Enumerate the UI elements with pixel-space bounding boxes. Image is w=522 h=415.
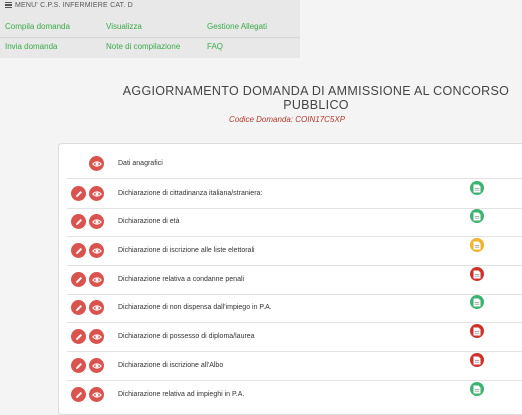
edit-button[interactable] bbox=[71, 387, 86, 402]
eye-icon bbox=[91, 362, 102, 369]
eye-icon bbox=[91, 247, 102, 254]
edit-button[interactable] bbox=[71, 272, 86, 287]
page-title: AGGIORNAMENTO DOMANDA DI AMMISSIONE AL C… bbox=[122, 84, 510, 112]
declaration-row: Dichiarazione di non dispensa dall'impie… bbox=[67, 294, 522, 323]
menu-title-text: MENU' C.P.S. INFERMIERE CAT. D bbox=[15, 2, 133, 9]
menu-title: MENU' C.P.S. INFERMIERE CAT. D bbox=[5, 0, 133, 12]
declaration-label: Dati anagrafici bbox=[118, 160, 163, 167]
declaration-row: Dichiarazione relativa a condanne penali bbox=[67, 266, 522, 295]
declaration-label: Dichiarazione relativa a condanne penali bbox=[118, 276, 245, 283]
view-button[interactable] bbox=[89, 329, 104, 344]
eye-icon bbox=[91, 218, 102, 225]
status-yellow-document-icon[interactable] bbox=[470, 238, 484, 252]
pencil-icon bbox=[75, 333, 82, 340]
declaration-row: Dichiarazione relativa ad impieghi in P.… bbox=[67, 381, 522, 409]
declaration-label: Dichiarazione di iscrizione all'Albo bbox=[118, 362, 224, 369]
document-icon bbox=[473, 270, 481, 278]
menu-note-compilazione[interactable]: Note di compilazione bbox=[106, 42, 180, 51]
edit-button[interactable] bbox=[71, 300, 86, 315]
declarations-panel: Dati anagrafici Dichiarazione di cittadin… bbox=[58, 143, 522, 415]
status-green-document-icon[interactable] bbox=[470, 295, 484, 309]
status-red-document-icon[interactable] bbox=[470, 324, 484, 338]
document-icon bbox=[473, 212, 481, 220]
status-green-document-icon[interactable] bbox=[470, 181, 484, 195]
eye-icon bbox=[91, 391, 102, 398]
status-red-document-icon[interactable] bbox=[470, 267, 484, 281]
application-code: Codice Domanda: COIN17C5XP bbox=[229, 115, 346, 124]
hamburger-icon[interactable] bbox=[5, 1, 12, 10]
pencil-icon bbox=[75, 276, 82, 283]
edit-button[interactable] bbox=[71, 243, 86, 258]
document-icon bbox=[473, 385, 481, 393]
menu-visualizza[interactable]: Visualizza bbox=[106, 22, 142, 31]
document-icon bbox=[473, 298, 481, 306]
declaration-row: Dichiarazione di iscrizione alle liste e… bbox=[67, 237, 522, 266]
status-green-document-icon[interactable] bbox=[470, 382, 484, 396]
declaration-label: Dichiarazione di età bbox=[118, 218, 180, 225]
pencil-icon bbox=[75, 391, 82, 398]
view-button[interactable] bbox=[89, 358, 104, 373]
pencil-icon bbox=[75, 247, 82, 254]
pencil-icon bbox=[75, 218, 82, 225]
edit-button[interactable] bbox=[71, 358, 86, 373]
pencil-icon bbox=[75, 304, 82, 311]
menu-divider bbox=[0, 37, 300, 38]
menu-gestione-allegati[interactable]: Gestione Allegati bbox=[207, 22, 267, 31]
declaration-label: Dichiarazione di non dispensa dall'impie… bbox=[118, 304, 272, 311]
view-button[interactable] bbox=[89, 300, 104, 315]
edit-button[interactable] bbox=[71, 329, 86, 344]
eye-icon bbox=[91, 276, 102, 283]
declaration-label: Dichiarazione di possesso di diploma/lau… bbox=[118, 333, 255, 340]
menu-compila-domanda[interactable]: Compila domanda bbox=[5, 22, 70, 31]
edit-button[interactable] bbox=[71, 214, 86, 229]
declaration-row: Dati anagrafici bbox=[67, 150, 522, 179]
declaration-row: Dichiarazione di iscrizione all'Albo bbox=[67, 352, 522, 381]
declaration-row: Dichiarazione di cittadinanza italiana/s… bbox=[67, 180, 522, 209]
status-green-document-icon[interactable] bbox=[470, 209, 484, 223]
declaration-row: Dichiarazione di età bbox=[67, 208, 522, 237]
view-button[interactable] bbox=[89, 156, 104, 171]
document-icon bbox=[473, 327, 481, 335]
declaration-label: Dichiarazione di cittadinanza italiana/s… bbox=[118, 190, 263, 197]
edit-button[interactable] bbox=[71, 186, 86, 201]
eye-icon bbox=[91, 333, 102, 340]
eye-icon bbox=[91, 190, 102, 197]
menu-faq[interactable]: FAQ bbox=[207, 42, 223, 51]
view-button[interactable] bbox=[89, 214, 104, 229]
top-menu: MENU' C.P.S. INFERMIERE CAT. D Compila d… bbox=[0, 0, 300, 58]
menu-invia-domanda[interactable]: Invia domanda bbox=[5, 42, 57, 51]
declaration-label: Dichiarazione di iscrizione alle liste e… bbox=[118, 247, 255, 254]
view-button[interactable] bbox=[89, 272, 104, 287]
pencil-icon bbox=[75, 362, 82, 369]
document-icon bbox=[473, 356, 481, 364]
status-red-document-icon[interactable] bbox=[470, 353, 484, 367]
pencil-icon bbox=[75, 190, 82, 197]
view-button[interactable] bbox=[89, 243, 104, 258]
declaration-label: Dichiarazione relativa ad impieghi in P.… bbox=[118, 391, 245, 398]
document-icon bbox=[473, 184, 481, 192]
eye-icon bbox=[91, 304, 102, 311]
view-button[interactable] bbox=[89, 387, 104, 402]
declaration-row: Dichiarazione di possesso di diploma/lau… bbox=[67, 323, 522, 352]
eye-icon bbox=[91, 160, 102, 167]
document-icon bbox=[473, 241, 481, 249]
view-button[interactable] bbox=[89, 186, 104, 201]
